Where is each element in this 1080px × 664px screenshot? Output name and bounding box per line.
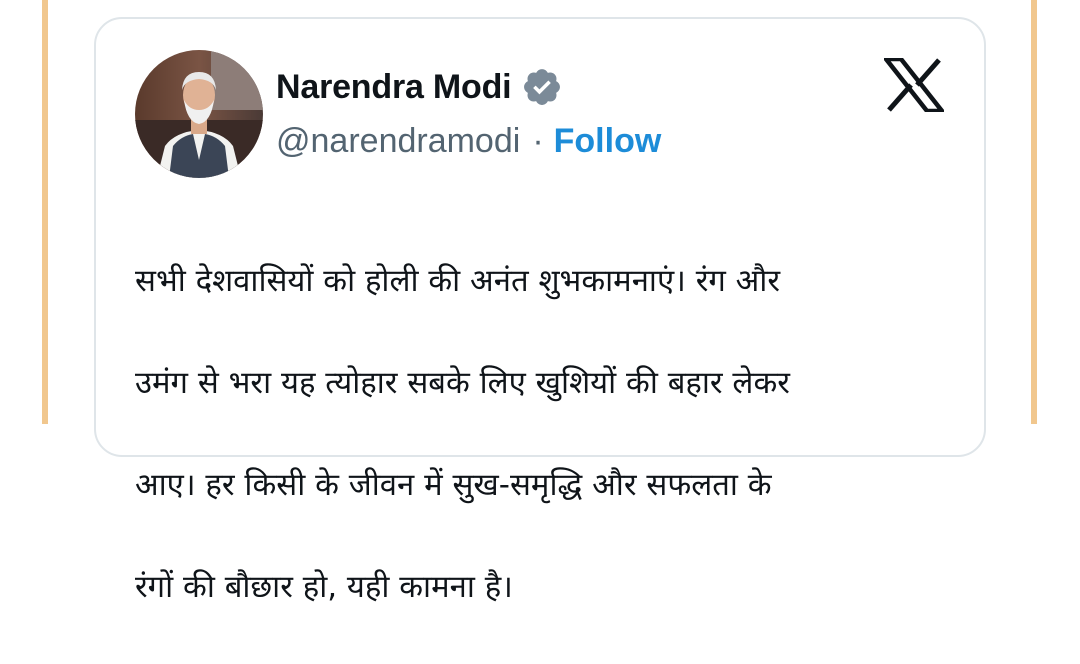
verified-badge-icon bbox=[524, 69, 561, 105]
tweet-text-line: रंगों की बौछार हो, यही कामना है। bbox=[135, 569, 513, 605]
separator-dot: · bbox=[532, 121, 544, 160]
tweet-text-line: उमंग से भरा यह त्योहार सबके लिए खुशियों … bbox=[135, 365, 790, 401]
avatar[interactable] bbox=[135, 50, 263, 178]
frame-border-right bbox=[1031, 0, 1037, 424]
author-display-name[interactable]: Narendra Modi bbox=[276, 68, 512, 107]
tweet-text-line: सभी देशवासियों को होली की अनंत शुभकामनाए… bbox=[135, 263, 781, 299]
x-logo-icon[interactable] bbox=[884, 58, 944, 112]
tweet-text: सभी देशवासियों को होली की अनंत शुभकामनाए… bbox=[135, 205, 975, 664]
author-handle[interactable]: @narendramodi bbox=[276, 122, 520, 161]
tweet-text-line: आए। हर किसी के जीवन में सुख-समृद्धि और स… bbox=[135, 467, 772, 503]
author-handle-row: @narendramodi · Follow bbox=[276, 118, 661, 164]
author-name-row: Narendra Modi bbox=[276, 64, 563, 110]
frame-border-left bbox=[42, 0, 48, 424]
follow-button[interactable]: Follow bbox=[554, 122, 662, 161]
avatar-photo bbox=[135, 50, 263, 178]
